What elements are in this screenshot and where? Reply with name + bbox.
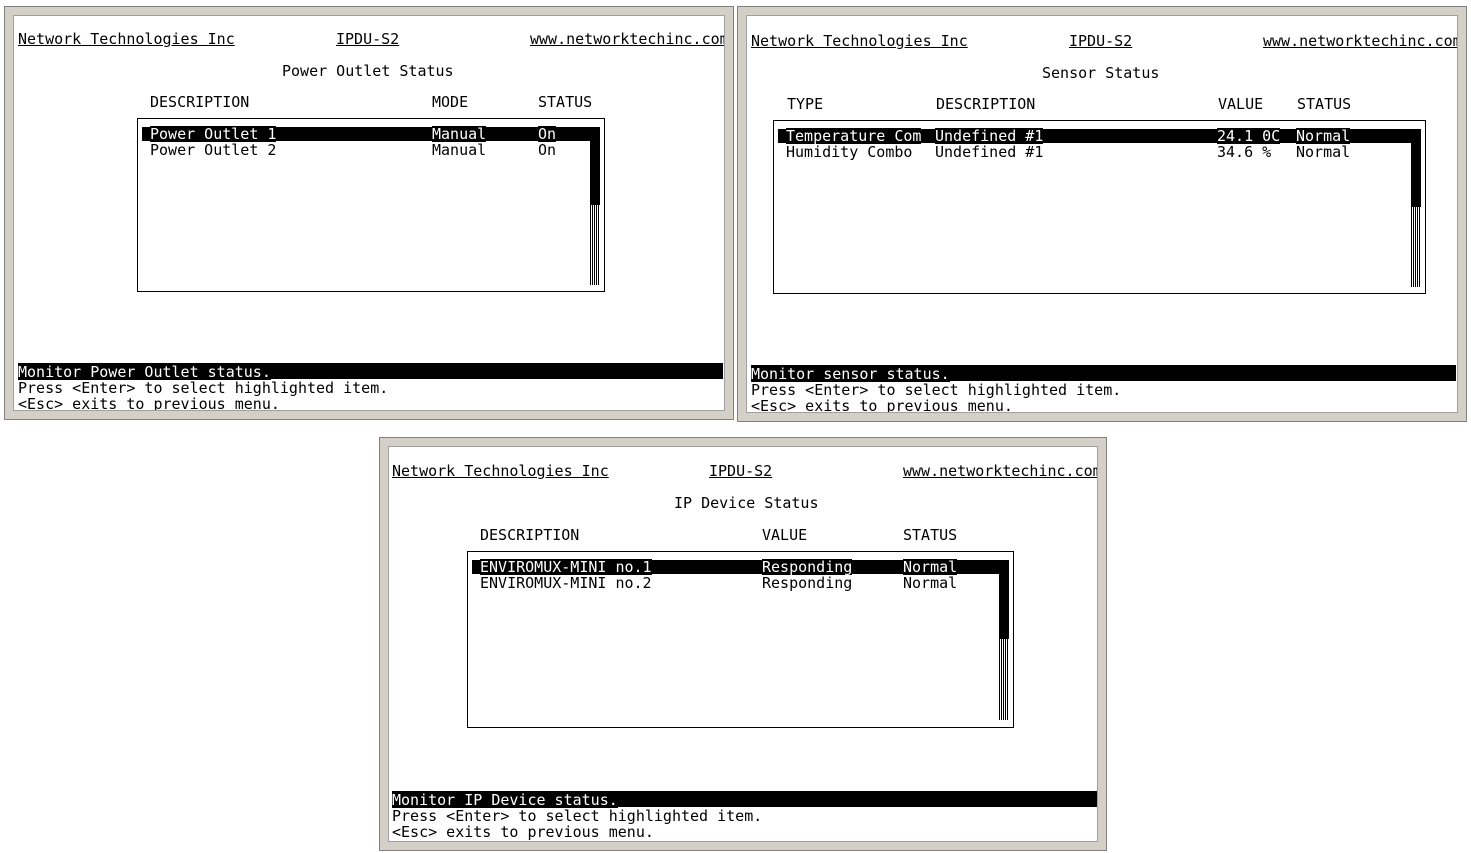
column-header-description: DESCRIPTION (150, 93, 250, 111)
column-header-value: VALUE (1218, 95, 1264, 113)
status-message: Monitor sensor status. (751, 365, 950, 383)
header-model: IPDU-S2 (1069, 32, 1133, 50)
help-esc: <Esc> exits to previous menu. (392, 823, 654, 841)
page-title: Power Outlet Status (282, 62, 454, 80)
terminal-screen: Network Technologies Inc IPDU-S2 www.net… (388, 446, 1098, 842)
sensor-value: 34.6 % (1217, 143, 1272, 161)
column-header-description: DESCRIPTION (936, 95, 1036, 113)
header-company: Network Technologies Inc (18, 30, 235, 48)
column-header-status: STATUS (1297, 95, 1352, 113)
column-header-value: VALUE (762, 526, 808, 544)
outlet-status: On (538, 125, 557, 143)
sensor-list[interactable]: Temperature Com Undefined #1 24.1 0C Nor… (773, 120, 1426, 294)
device-description: ENVIROMUX-MINI no.1 (480, 558, 652, 576)
column-header-mode: MODE (432, 93, 469, 111)
header-url: www.networktechinc.com (1263, 32, 1458, 50)
outlet-status: On (538, 141, 557, 159)
sensor-status: Normal (1296, 143, 1351, 161)
device-status: Normal (903, 574, 958, 592)
outlet-list[interactable]: Power Outlet 1 Manual On Power Outlet 2 … (137, 118, 605, 292)
header-company: Network Technologies Inc (392, 462, 609, 480)
ip-device-status-window: Network Technologies Inc IPDU-S2 www.net… (379, 437, 1107, 851)
scrollbar-thumb[interactable] (999, 560, 1009, 639)
help-enter: Press <Enter> to select highlighted item… (392, 807, 763, 825)
ip-device-list[interactable]: ENVIROMUX-MINI no.1 Responding Normal EN… (467, 551, 1014, 728)
page-title: Sensor Status (1042, 64, 1160, 82)
header-url: www.networktechinc.com (903, 462, 1098, 480)
device-value: Responding (762, 574, 853, 592)
header-company: Network Technologies Inc (751, 32, 968, 50)
outlet-description: Power Outlet 2 (150, 141, 277, 159)
outlet-mode: Manual (432, 141, 487, 159)
column-header-status: STATUS (903, 526, 958, 544)
outlet-description: Power Outlet 1 (150, 125, 277, 143)
device-description: ENVIROMUX-MINI no.2 (480, 574, 652, 592)
help-enter: Press <Enter> to select highlighted item… (751, 381, 1122, 399)
sensor-type: Temperature Com (786, 127, 922, 145)
sensor-status: Normal (1296, 127, 1351, 145)
help-esc: <Esc> exits to previous menu. (751, 397, 1013, 413)
sensor-description: Undefined #1 (935, 127, 1044, 145)
page-title: IP Device Status (674, 494, 819, 512)
device-value: Responding (762, 558, 853, 576)
help-esc: <Esc> exits to previous menu. (18, 395, 280, 411)
terminal-screen: Network Technologies Inc IPDU-S2 www.net… (746, 15, 1458, 413)
sensor-status-window: Network Technologies Inc IPDU-S2 www.net… (737, 6, 1467, 422)
scrollbar-thumb[interactable] (1411, 129, 1421, 207)
sensor-description: Undefined #1 (935, 143, 1044, 161)
device-status: Normal (903, 558, 958, 576)
status-message: Monitor Power Outlet status. (18, 363, 271, 381)
sensor-value: 24.1 0C (1217, 127, 1281, 145)
status-message: Monitor IP Device status. (392, 791, 618, 809)
header-url: www.networktechinc.com (530, 30, 725, 48)
power-outlet-status-window: Network Technologies Inc IPDU-S2 www.net… (4, 6, 734, 420)
header-model: IPDU-S2 (709, 462, 773, 480)
terminal-screen: Network Technologies Inc IPDU-S2 www.net… (13, 15, 725, 411)
sensor-type: Humidity Combo (786, 143, 913, 161)
column-header-status: STATUS (538, 93, 593, 111)
column-header-type: TYPE (787, 95, 824, 113)
scrollbar-thumb[interactable] (590, 127, 600, 205)
help-enter: Press <Enter> to select highlighted item… (18, 379, 389, 397)
outlet-mode: Manual (432, 125, 487, 143)
header-model: IPDU-S2 (336, 30, 400, 48)
column-header-description: DESCRIPTION (480, 526, 580, 544)
